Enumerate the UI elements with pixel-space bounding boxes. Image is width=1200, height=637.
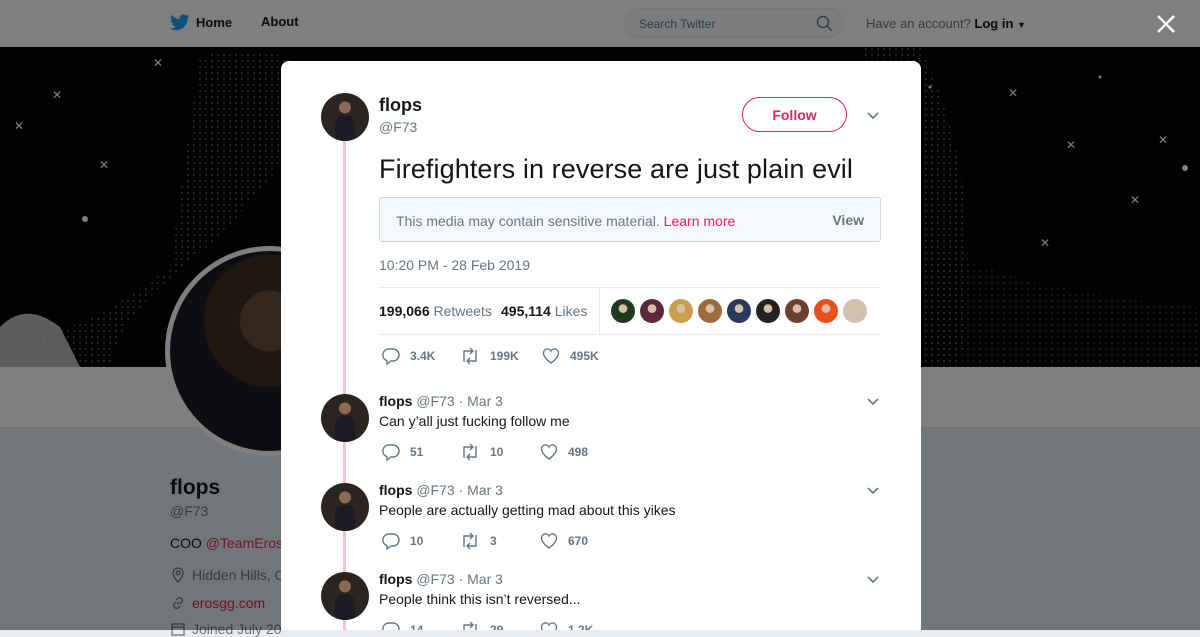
reply-icon[interactable] — [382, 443, 400, 461]
liker-avatar[interactable] — [785, 299, 809, 323]
reply-icon[interactable] — [382, 532, 400, 550]
reply-action[interactable]: 10 — [382, 532, 460, 550]
heart-icon[interactable] — [540, 621, 558, 630]
chevron-down-icon[interactable] — [866, 395, 880, 409]
heart-icon[interactable] — [540, 532, 558, 550]
retweet-icon[interactable] — [460, 347, 480, 365]
sensitive-media-notice: This media may contain sensitive materia… — [379, 197, 881, 242]
like-count: 670 — [568, 534, 589, 548]
learn-more-link[interactable]: Learn more — [664, 213, 736, 229]
reply-header: flops @F73 · Mar 3 — [379, 482, 503, 498]
tweet-actions: 3.4K 199K 495K — [382, 347, 599, 365]
reply-icon[interactable] — [382, 347, 400, 365]
reply-author-name[interactable]: flops — [379, 393, 412, 409]
likes-stat[interactable]: 495,114 Likes — [501, 303, 587, 319]
reply-text: Can y’all just fucking follow me — [379, 413, 570, 429]
reply-author-name[interactable]: flops — [379, 571, 412, 587]
view-button[interactable]: View — [832, 212, 864, 228]
sensitive-text-wrap: This media may contain sensitive materia… — [396, 213, 735, 229]
retweet-count: 29 — [490, 623, 504, 630]
reply-header: flops @F73 · Mar 3 — [379, 571, 503, 587]
reply-date[interactable]: · Mar 3 — [459, 482, 503, 498]
chevron-down-icon[interactable] — [866, 573, 880, 587]
tweet-author-handle[interactable]: @F73 — [379, 119, 417, 135]
retweet-count: 199K — [490, 349, 519, 363]
reply-actions: 10 3 670 — [382, 532, 588, 550]
reply-count: 14 — [410, 623, 424, 630]
chevron-down-icon[interactable] — [866, 484, 880, 498]
reply-action[interactable]: 3.4K — [382, 347, 460, 365]
liker-avatar[interactable] — [669, 299, 693, 323]
reply-author-handle[interactable]: @F73 — [416, 571, 454, 587]
reply-actions: 51 10 498 — [382, 443, 588, 461]
avatar[interactable] — [321, 572, 369, 620]
reply-date[interactable]: · Mar 3 — [459, 393, 503, 409]
avatar[interactable] — [321, 394, 369, 442]
liker-avatar[interactable] — [640, 299, 664, 323]
close-icon[interactable] — [1155, 13, 1177, 35]
avatar[interactable] — [321, 483, 369, 531]
reply-author-handle[interactable]: @F73 — [416, 393, 454, 409]
thread-line — [343, 139, 346, 630]
tweet-stats: 199,066 Retweets 495,114 Likes — [379, 287, 881, 335]
reply-author-handle[interactable]: @F73 — [416, 482, 454, 498]
reply-header: flops @F73 · Mar 3 — [379, 393, 503, 409]
liker-avatar[interactable] — [756, 299, 780, 323]
retweet-count: 3 — [490, 534, 497, 548]
reply-icon[interactable] — [382, 621, 400, 630]
retweet-icon[interactable] — [460, 532, 480, 550]
heart-icon[interactable] — [542, 347, 560, 365]
like-action[interactable]: 670 — [540, 532, 588, 550]
retweets-count: 199,066 — [379, 303, 430, 319]
retweet-icon[interactable] — [460, 621, 480, 630]
liker-avatar[interactable] — [727, 299, 751, 323]
stats-divider — [599, 288, 600, 334]
like-count: 1.2K — [568, 623, 594, 630]
likes-label: Likes — [554, 303, 588, 319]
liker-avatar[interactable] — [698, 299, 722, 323]
retweet-action[interactable]: 10 — [460, 443, 540, 461]
reply-action[interactable]: 14 — [382, 621, 460, 630]
retweet-action[interactable]: 29 — [460, 621, 540, 630]
chevron-down-icon[interactable] — [866, 109, 880, 123]
like-action[interactable]: 495K — [542, 347, 599, 365]
like-action[interactable]: 498 — [540, 443, 588, 461]
likes-count: 495,114 — [501, 303, 551, 319]
reply-date[interactable]: · Mar 3 — [459, 571, 503, 587]
follow-button[interactable]: Follow — [742, 97, 847, 132]
reply-count: 3.4K — [410, 349, 436, 363]
tweet-author-name[interactable]: flops — [379, 95, 422, 116]
reply-count: 10 — [410, 534, 424, 548]
retweet-count: 10 — [490, 445, 504, 459]
like-count: 495K — [570, 349, 599, 363]
reply-actions: 14 29 1.2K — [382, 621, 593, 630]
likers-avatars — [611, 299, 867, 323]
retweet-action[interactable]: 199K — [460, 347, 542, 365]
retweets-stat[interactable]: 199,066 Retweets — [379, 303, 492, 319]
reply-text: People think this isn’t reversed... — [379, 591, 581, 607]
like-action[interactable]: 1.2K — [540, 621, 593, 630]
reply-author-name[interactable]: flops — [379, 482, 412, 498]
liker-avatar[interactable] — [843, 299, 867, 323]
reply-text: People are actually getting mad about th… — [379, 502, 676, 518]
retweets-label: Retweets — [433, 303, 492, 319]
liker-avatar[interactable] — [611, 299, 635, 323]
liker-avatar[interactable] — [814, 299, 838, 323]
reply-action[interactable]: 51 — [382, 443, 460, 461]
retweet-action[interactable]: 3 — [460, 532, 540, 550]
tweet-text: Firefighters in reverse are just plain e… — [379, 154, 853, 184]
tweet-timestamp[interactable]: 10:20 PM - 28 Feb 2019 — [379, 257, 530, 273]
tweet-modal: flops @F73 Follow Firefighters in revers… — [281, 61, 921, 630]
reply-count: 51 — [410, 445, 424, 459]
avatar[interactable] — [321, 93, 369, 141]
retweet-icon[interactable] — [460, 443, 480, 461]
like-count: 498 — [568, 445, 589, 459]
heart-icon[interactable] — [540, 443, 558, 461]
sensitive-text: This media may contain sensitive materia… — [396, 213, 660, 229]
